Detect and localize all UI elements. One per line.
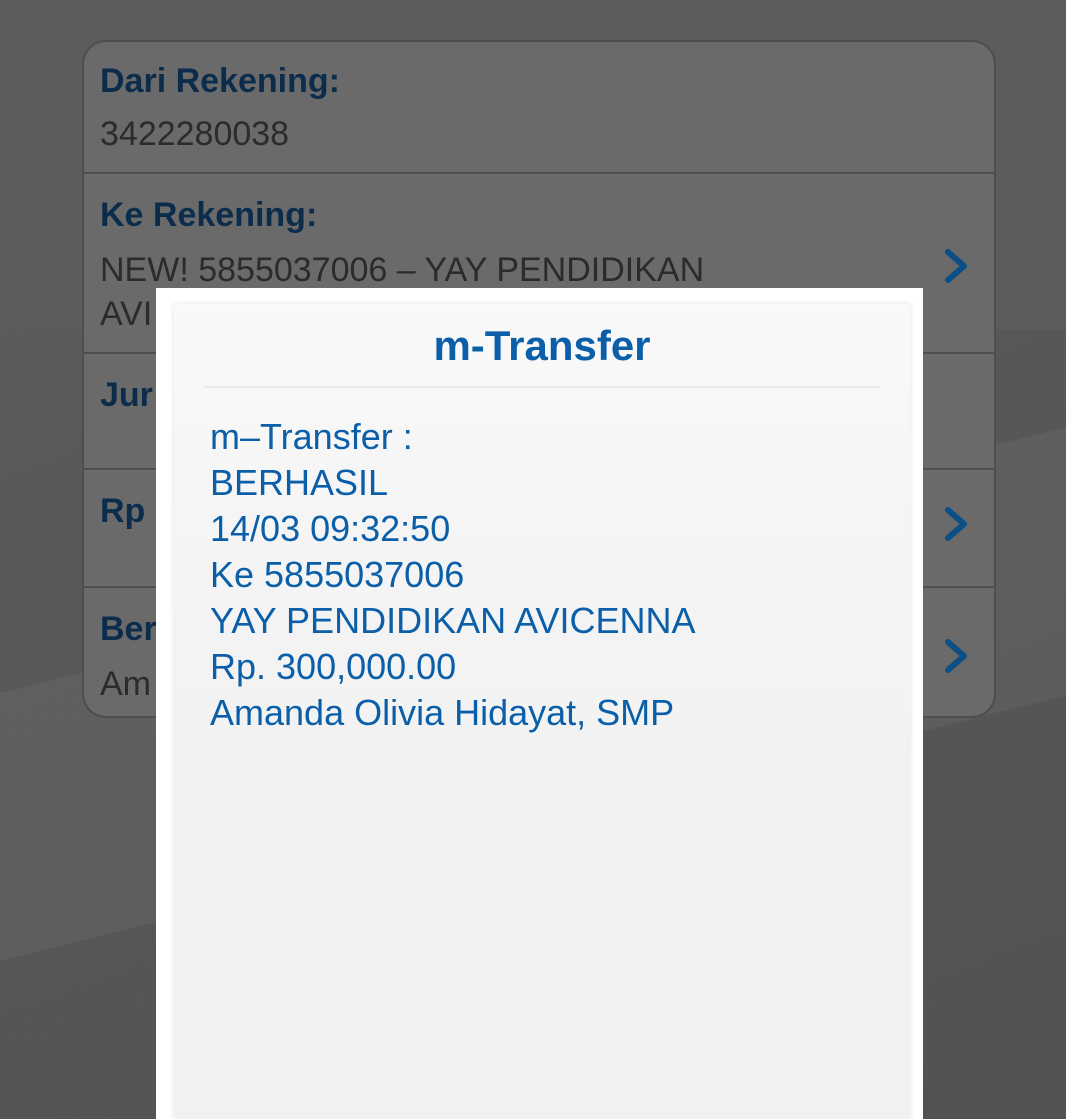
dialog-title: m-Transfer bbox=[433, 322, 651, 369]
dialog-divider bbox=[204, 386, 880, 388]
message-line: Ke 5855037006 bbox=[210, 554, 465, 595]
message-line: m–Transfer : bbox=[210, 416, 413, 457]
chevron-right-icon bbox=[945, 249, 967, 283]
to-account-label: Ke Rekening: bbox=[100, 196, 318, 234]
note-label: Ber bbox=[100, 610, 157, 648]
message-line: YAY PENDIDIKAN AVICENNA bbox=[210, 600, 696, 641]
message-line: BERHASIL bbox=[210, 462, 389, 503]
dialog-message: m–Transfer : BERHASIL 14/03 09:32:50 Ke … bbox=[210, 414, 695, 736]
message-line: Amanda Olivia Hidayat, SMP bbox=[210, 692, 675, 733]
chevron-right-icon bbox=[945, 507, 967, 541]
chevron-right-icon bbox=[945, 639, 967, 673]
dialog-content: m-Transfer m–Transfer : BERHASIL 14/03 0… bbox=[174, 304, 910, 1119]
from-account-value: 3422280038 bbox=[100, 115, 290, 153]
to-account-value-line2: AVI bbox=[100, 295, 153, 333]
from-account-label: Dari Rekening: bbox=[100, 62, 340, 100]
amount-label: Rp bbox=[100, 492, 146, 530]
from-account-row[interactable]: Dari Rekening: 3422280038 bbox=[84, 42, 994, 174]
to-account-value-line1: NEW! 5855037006 – YAY PENDIDIKAN bbox=[100, 251, 705, 289]
transfer-result-dialog: m-Transfer m–Transfer : BERHASIL 14/03 0… bbox=[156, 288, 923, 1119]
message-line: 14/03 09:32:50 bbox=[210, 508, 451, 549]
amount-type-label: Jur bbox=[100, 376, 153, 414]
note-value: Am bbox=[100, 665, 151, 703]
message-line: Rp. 300,000.00 bbox=[210, 646, 457, 687]
